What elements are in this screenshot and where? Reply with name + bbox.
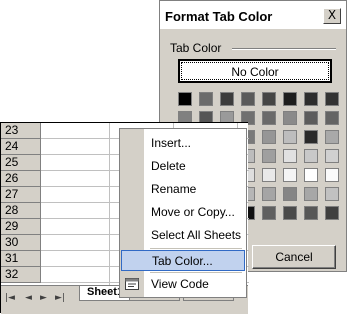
color-swatch[interactable] [325,130,339,144]
tab-color-group-label: Tab Color [170,41,222,55]
menu-separator [150,272,242,273]
row-header[interactable]: 32 [1,267,41,283]
row-header[interactable]: 26 [1,171,41,187]
color-swatch[interactable] [178,92,192,106]
row-header[interactable]: 24 [1,139,41,155]
color-swatch[interactable] [304,130,318,144]
color-swatch[interactable] [304,168,318,182]
color-swatch[interactable] [325,92,339,106]
first-sheet-icon[interactable]: |◄ [5,293,15,303]
row-header[interactable]: 27 [1,187,41,203]
group-divider [232,48,336,50]
row-header[interactable]: 28 [1,203,41,219]
row-header[interactable]: 29 [1,219,41,235]
menu-item-tab-color[interactable]: Tab Color... [121,250,245,271]
color-swatch[interactable] [325,168,339,182]
menu-item-view-code[interactable]: View Code [121,274,245,295]
close-button[interactable]: X [323,8,341,24]
no-color-label: No Color [181,62,329,80]
menu-item-insert[interactable]: Insert... [121,133,245,154]
menu-item-delete[interactable]: Delete [121,156,245,177]
view-code-icon [125,278,139,290]
last-sheet-icon[interactable]: ►| [55,293,65,303]
column-gridline [109,123,110,285]
color-swatch[interactable] [199,92,213,106]
color-swatch[interactable] [325,187,339,201]
cancel-button[interactable]: Cancel [252,245,336,269]
color-swatch[interactable] [304,111,318,125]
no-color-button[interactable]: No Color [178,59,332,83]
menu-item-select-all-sheets[interactable]: Select All Sheets [121,225,245,246]
color-swatch[interactable] [262,92,276,106]
color-swatch[interactable] [283,187,297,201]
color-swatch[interactable] [262,168,276,182]
color-swatch[interactable] [262,187,276,201]
color-swatch[interactable] [304,149,318,163]
row-header[interactable]: 25 [1,155,41,171]
color-swatch[interactable] [283,206,297,220]
view-code-label: View Code [151,277,209,291]
row-header[interactable]: 30 [1,235,41,251]
color-swatch[interactable] [325,149,339,163]
color-swatch[interactable] [283,92,297,106]
menu-item-rename[interactable]: Rename [121,179,245,200]
color-swatch[interactable] [262,149,276,163]
dialog-title: Format Tab Color [165,9,273,24]
color-swatch[interactable] [262,130,276,144]
color-swatch[interactable] [325,111,339,125]
sheet-tab-context-menu: Insert... Delete Rename Move or Copy... … [119,128,247,298]
dialog-titlebar[interactable]: Format Tab Color X [160,1,346,30]
color-swatch[interactable] [283,111,297,125]
next-sheet-icon[interactable]: ► [40,293,47,303]
color-swatch[interactable] [304,206,318,220]
color-swatch[interactable] [304,187,318,201]
menu-item-move-or-copy[interactable]: Move or Copy... [121,202,245,223]
prev-sheet-icon[interactable]: ◄ [25,293,32,303]
row-header[interactable]: 31 [1,251,41,267]
color-swatch[interactable] [262,111,276,125]
color-swatch[interactable] [283,130,297,144]
color-swatch[interactable] [325,206,339,220]
row-header[interactable]: 23 [1,123,41,139]
color-swatch[interactable] [241,92,255,106]
color-swatch[interactable] [262,206,276,220]
color-swatch[interactable] [304,92,318,106]
color-swatch[interactable] [220,92,234,106]
menu-separator [150,248,242,249]
color-swatch[interactable] [283,168,297,182]
color-swatch[interactable] [283,149,297,163]
